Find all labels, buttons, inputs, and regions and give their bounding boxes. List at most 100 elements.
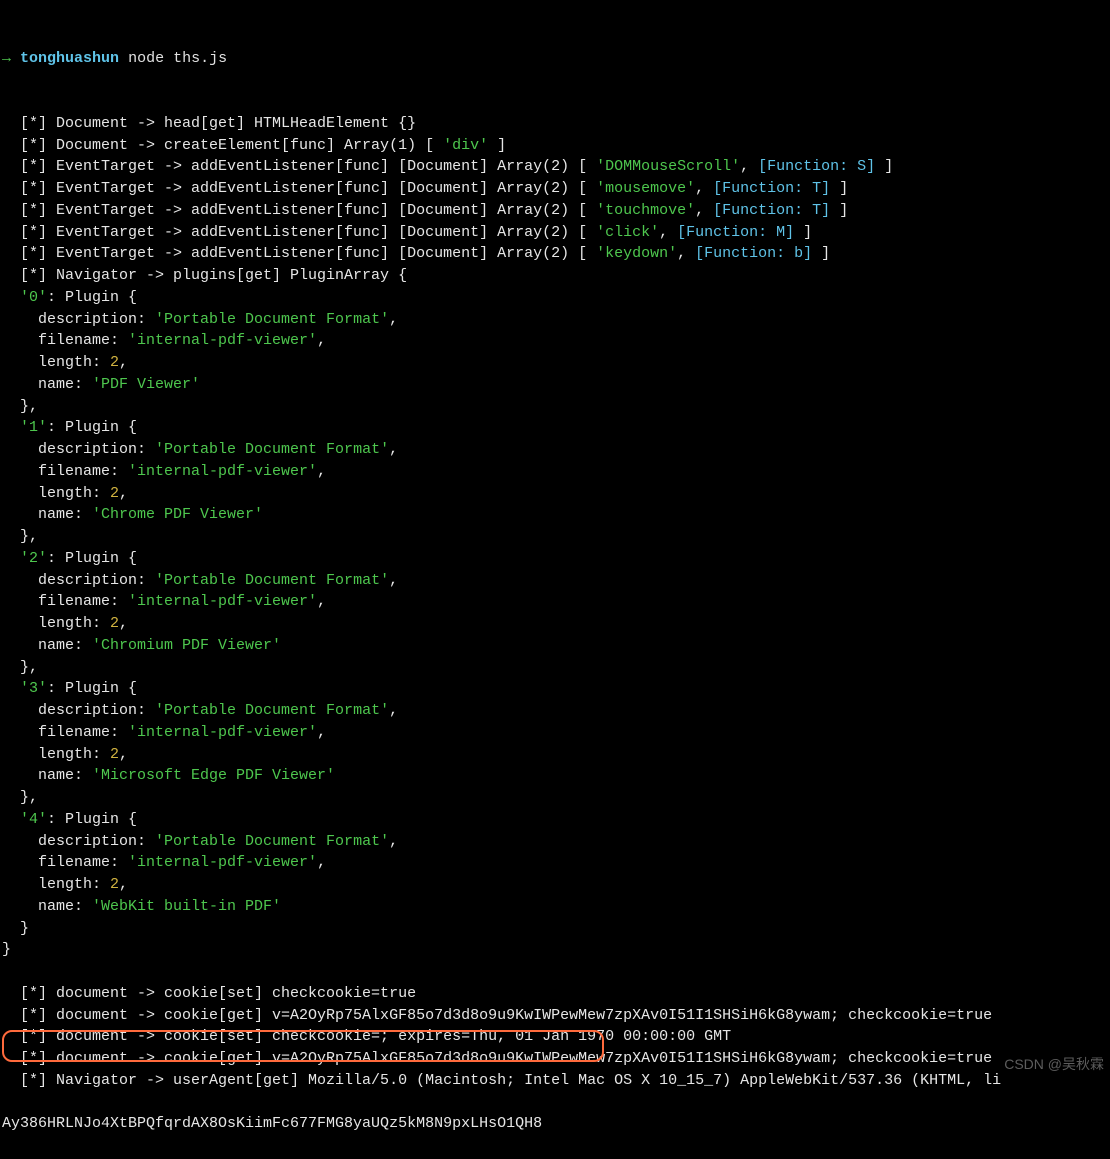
terminal-text: 'internal-pdf-viewer' [128, 724, 317, 741]
terminal-line: description: 'Portable Document Format', [2, 700, 1108, 722]
terminal-text: , [317, 854, 326, 871]
terminal-text: , [119, 354, 128, 371]
terminal-output[interactable]: → tonghuashun node ths.js [*] Document -… [0, 0, 1110, 1159]
terminal-line: length: 2, [2, 483, 1108, 505]
terminal-text: [*] document -> cookie[get] v=A2OyRp75Al… [2, 1050, 992, 1067]
terminal-text: name: [2, 506, 92, 523]
terminal-text: : Plugin { [47, 680, 137, 697]
terminal-text: , [119, 746, 128, 763]
terminal-text: name: [2, 376, 92, 393]
terminal-line: name: 'WebKit built-in PDF' [2, 896, 1108, 918]
prompt-command: node ths.js [128, 50, 227, 67]
terminal-text: 2 [110, 354, 119, 371]
terminal-text: 'keydown' [596, 245, 677, 262]
terminal-line: [*] EventTarget -> addEventListener[func… [2, 178, 1108, 200]
terminal-line: name: 'Chrome PDF Viewer' [2, 504, 1108, 526]
watermark-text: CSDN @吴秋霖 [1004, 1054, 1104, 1074]
terminal-text: [*] document -> cookie[set] checkcookie=… [2, 1028, 731, 1045]
terminal-line: filename: 'internal-pdf-viewer', [2, 461, 1108, 483]
terminal-text: 2 [110, 615, 119, 632]
terminal-text: description: [2, 311, 155, 328]
terminal-text: , [389, 702, 398, 719]
prompt-arrow-icon: → [2, 50, 11, 67]
terminal-text: length: [2, 615, 110, 632]
terminal-text [2, 680, 20, 697]
terminal-text: 2 [110, 876, 119, 893]
terminal-text: } [2, 941, 11, 958]
terminal-text: [*] Navigator -> plugins[get] PluginArra… [2, 267, 407, 284]
terminal-line: [*] Document -> head[get] HTMLHeadElemen… [2, 113, 1108, 135]
terminal-line: }, [2, 396, 1108, 418]
terminal-text [2, 811, 20, 828]
terminal-text: , [317, 724, 326, 741]
terminal-text: : Plugin { [47, 811, 137, 828]
terminal-text: , [695, 202, 713, 219]
terminal-text: 'Portable Document Format' [155, 833, 389, 850]
terminal-line: length: 2, [2, 744, 1108, 766]
terminal-line: filename: 'internal-pdf-viewer', [2, 852, 1108, 874]
terminal-line: }, [2, 787, 1108, 809]
terminal-text: 'mousemove' [596, 180, 695, 197]
terminal-text: , [677, 245, 695, 262]
terminal-line: '0': Plugin { [2, 287, 1108, 309]
terminal-text: 'touchmove' [596, 202, 695, 219]
terminal-text: ] [830, 202, 848, 219]
terminal-text: [*] document -> cookie[get] v=A2OyRp75Al… [2, 1007, 992, 1024]
terminal-text: [*] EventTarget -> addEventListener[func… [2, 202, 596, 219]
terminal-line: length: 2, [2, 874, 1108, 896]
terminal-lines: [*] Document -> head[get] HTMLHeadElemen… [2, 113, 1108, 1135]
terminal-line: filename: 'internal-pdf-viewer', [2, 722, 1108, 744]
terminal-line: filename: 'internal-pdf-viewer', [2, 330, 1108, 352]
terminal-text: [Function: M] [677, 224, 794, 241]
terminal-text: length: [2, 354, 110, 371]
terminal-text: : Plugin { [47, 419, 137, 436]
terminal-text: filename: [2, 724, 128, 741]
terminal-text: [*] Document -> head[get] HTMLHeadElemen… [2, 115, 416, 132]
terminal-text: [Function: S] [758, 158, 875, 175]
terminal-text: 'internal-pdf-viewer' [128, 463, 317, 480]
terminal-line: name: 'PDF Viewer' [2, 374, 1108, 396]
terminal-text: [*] EventTarget -> addEventListener[func… [2, 245, 596, 262]
terminal-text: name: [2, 898, 92, 915]
terminal-text: [*] Navigator -> userAgent[get] Mozilla/… [2, 1072, 1001, 1089]
terminal-text: description: [2, 833, 155, 850]
terminal-text: filename: [2, 332, 128, 349]
terminal-line: description: 'Portable Document Format', [2, 570, 1108, 592]
prompt-dir: tonghuashun [20, 50, 119, 67]
terminal-line: [*] EventTarget -> addEventListener[func… [2, 222, 1108, 244]
terminal-text: description: [2, 441, 155, 458]
terminal-line: [*] document -> cookie[set] checkcookie=… [2, 983, 1108, 1005]
terminal-text: } [2, 920, 29, 937]
terminal-text: , [389, 441, 398, 458]
terminal-line: filename: 'internal-pdf-viewer', [2, 591, 1108, 613]
terminal-text: '4' [20, 811, 47, 828]
terminal-text: : Plugin { [47, 289, 137, 306]
terminal-text: name: [2, 767, 92, 784]
terminal-text: 'click' [596, 224, 659, 241]
terminal-text: , [317, 463, 326, 480]
terminal-text: length: [2, 876, 110, 893]
terminal-text: ] [875, 158, 893, 175]
terminal-line: }, [2, 657, 1108, 679]
terminal-text: }, [2, 659, 38, 676]
terminal-line: description: 'Portable Document Format', [2, 439, 1108, 461]
terminal-line: '3': Plugin { [2, 678, 1108, 700]
terminal-text: '1' [20, 419, 47, 436]
terminal-text: '0' [20, 289, 47, 306]
terminal-line: }, [2, 526, 1108, 548]
terminal-line: length: 2, [2, 613, 1108, 635]
terminal-text: }, [2, 528, 38, 545]
terminal-line: [*] EventTarget -> addEventListener[func… [2, 200, 1108, 222]
terminal-text: 'div' [443, 137, 488, 154]
terminal-text: [*] EventTarget -> addEventListener[func… [2, 180, 596, 197]
terminal-text: }, [2, 789, 38, 806]
terminal-text: }, [2, 398, 38, 415]
terminal-line [2, 1092, 1108, 1114]
terminal-text: description: [2, 702, 155, 719]
terminal-text: length: [2, 485, 110, 502]
terminal-text: ] [830, 180, 848, 197]
terminal-line: [*] EventTarget -> addEventListener[func… [2, 156, 1108, 178]
terminal-line: [*] Navigator -> plugins[get] PluginArra… [2, 265, 1108, 287]
terminal-text [2, 419, 20, 436]
terminal-text: filename: [2, 463, 128, 480]
